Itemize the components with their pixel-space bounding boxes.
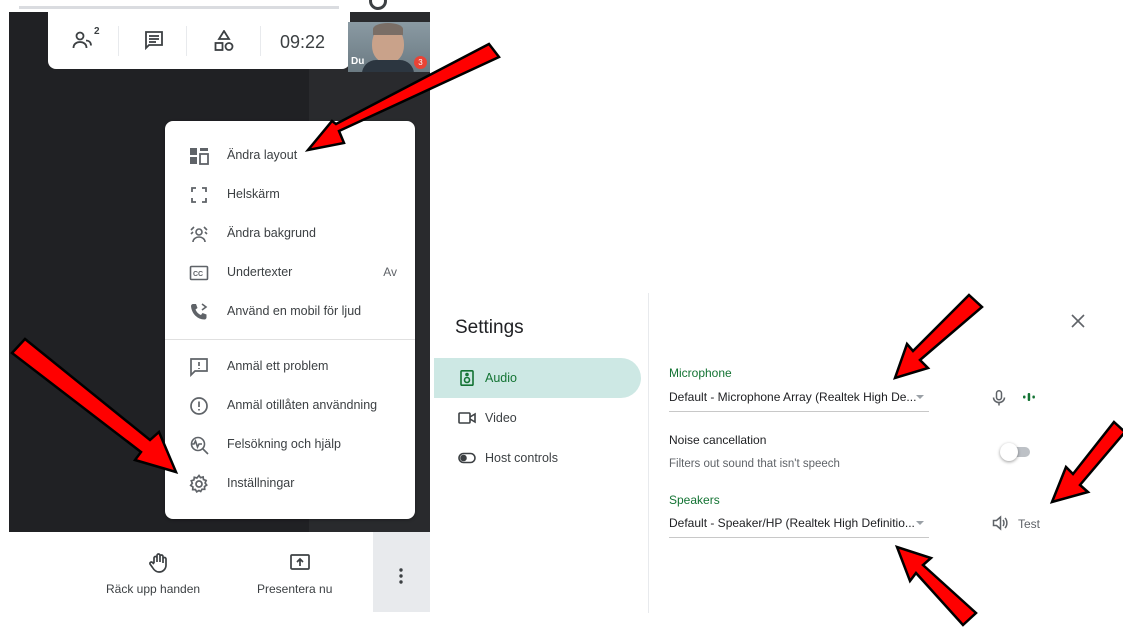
settings-nav-video[interactable]: Video xyxy=(434,398,641,438)
meet-bottom-bar: Räck upp handen Presentera nu xyxy=(9,532,430,612)
menu-item-label: Använd en mobil för ljud xyxy=(227,304,362,318)
select-underline xyxy=(669,537,929,538)
more-options-menu: Ändra layout Helskärm Ändra bakgrund CC … xyxy=(165,121,415,519)
menu-item-report-abuse[interactable]: Anmäl otillåten användning xyxy=(165,387,415,425)
noise-cancellation-toggle[interactable] xyxy=(1000,443,1032,461)
nav-audio-label: Audio xyxy=(485,371,517,385)
microphone-icon xyxy=(992,390,1006,406)
profile-circle-icon xyxy=(369,0,387,10)
people-icon xyxy=(72,31,92,49)
volume-icon xyxy=(992,515,1008,531)
phone-audio-icon xyxy=(191,303,208,320)
menu-item-report-problem[interactable]: Anmäl ett problem xyxy=(165,348,415,386)
speakers-label: Speakers xyxy=(669,493,720,507)
menu-item-label: Anmäl ett problem xyxy=(227,359,329,373)
nav-video-label: Video xyxy=(485,411,517,425)
people-button[interactable]: 2 xyxy=(72,26,100,52)
raise-hand-icon xyxy=(149,553,167,573)
noise-cancellation-title: Noise cancellation xyxy=(669,433,767,447)
present-now-label: Presentera nu xyxy=(257,582,333,596)
raise-hand-label: Räck upp handen xyxy=(106,582,201,596)
microphone-select-value: Default - Microphone Array (Realtek High… xyxy=(669,390,917,404)
fullscreen-icon xyxy=(191,187,207,203)
toolbar-divider xyxy=(186,26,187,56)
self-view-tile[interactable]: Du 3 xyxy=(348,22,430,72)
people-count: 2 xyxy=(94,26,100,37)
more-vert-icon xyxy=(399,568,403,584)
menu-item-label: Inställningar xyxy=(227,476,295,490)
menu-item-label: Felsökning och hjälp xyxy=(227,437,341,451)
toolbar-divider xyxy=(118,26,119,56)
chat-button[interactable] xyxy=(144,30,170,52)
raise-hand-button[interactable]: Räck upp handen xyxy=(104,532,214,612)
captions-status: Av xyxy=(383,265,397,279)
chat-icon xyxy=(145,31,163,51)
self-hair xyxy=(373,23,403,35)
captions-icon: CC xyxy=(189,265,209,281)
meet-window: 2 09:22 Du 3 Ändra layout Helskärm Ändra… xyxy=(9,0,430,612)
menu-item-label: Helskärm xyxy=(227,187,280,201)
menu-item-label: Undertexter xyxy=(227,265,293,279)
settings-nav-divider xyxy=(648,293,649,613)
report-abuse-icon xyxy=(190,397,208,415)
troubleshoot-icon xyxy=(190,436,209,455)
toggle-thumb xyxy=(1000,443,1018,461)
address-bar-edge xyxy=(19,6,339,9)
speaker-box-icon xyxy=(460,370,474,386)
select-underline xyxy=(669,411,929,412)
report-problem-icon xyxy=(190,358,208,377)
svg-text:CC: CC xyxy=(193,271,203,278)
chevron-down-icon xyxy=(916,395,924,399)
layout-icon xyxy=(190,148,209,165)
settings-nav-audio[interactable]: Audio xyxy=(434,358,641,398)
menu-item-change-background[interactable]: Ändra bakgrund xyxy=(165,215,415,253)
settings-nav-host-controls[interactable]: Host controls xyxy=(434,438,641,478)
menu-item-troubleshooting[interactable]: Felsökning och hjälp xyxy=(165,426,415,464)
meeting-clock: 09:22 xyxy=(280,32,326,52)
menu-item-settings[interactable]: Inställningar xyxy=(165,465,415,503)
menu-item-captions[interactable]: CC Undertexter Av xyxy=(165,254,415,292)
menu-divider xyxy=(165,339,415,340)
activities-shapes-icon xyxy=(214,29,234,51)
camera-icon xyxy=(458,412,476,424)
nav-host-controls-label: Host controls xyxy=(485,451,558,465)
settings-gear-icon xyxy=(189,474,208,493)
self-view-label: Du xyxy=(351,56,365,67)
settings-dialog: Settings Audio Video Host controls Micro… xyxy=(434,293,1114,613)
present-screen-icon xyxy=(290,554,310,570)
microphone-label: Microphone xyxy=(669,366,732,380)
background-icon xyxy=(190,226,208,243)
toggle-icon xyxy=(458,452,476,464)
noise-cancellation-description: Filters out sound that isn't speech xyxy=(669,458,840,470)
mic-level-icon xyxy=(1023,393,1035,401)
menu-item-label: Ändra layout xyxy=(227,148,298,162)
menu-item-fullscreen[interactable]: Helskärm xyxy=(165,176,415,214)
menu-item-change-layout[interactable]: Ändra layout xyxy=(165,137,415,175)
menu-item-label: Ändra bakgrund xyxy=(227,226,316,240)
speakers-select-value: Default - Speaker/HP (Realtek High Defin… xyxy=(669,516,915,530)
menu-item-phone-audio[interactable]: Använd en mobil för ljud xyxy=(165,293,415,331)
more-options-button[interactable] xyxy=(373,532,430,612)
close-icon[interactable] xyxy=(1068,311,1088,331)
chevron-down-icon xyxy=(916,521,924,525)
present-now-button[interactable]: Presentera nu xyxy=(241,532,341,612)
menu-item-label: Anmäl otillåten användning xyxy=(227,398,378,412)
self-shirt xyxy=(362,60,414,72)
toolbar-divider xyxy=(260,26,261,56)
mic-muted-badge: 3 xyxy=(414,56,427,69)
settings-title: Settings xyxy=(455,317,524,338)
meet-top-bar: 2 09:22 xyxy=(48,12,350,69)
speaker-test-label: Test xyxy=(1018,517,1041,531)
browser-top-strip xyxy=(9,0,430,12)
activities-button[interactable] xyxy=(214,29,240,52)
